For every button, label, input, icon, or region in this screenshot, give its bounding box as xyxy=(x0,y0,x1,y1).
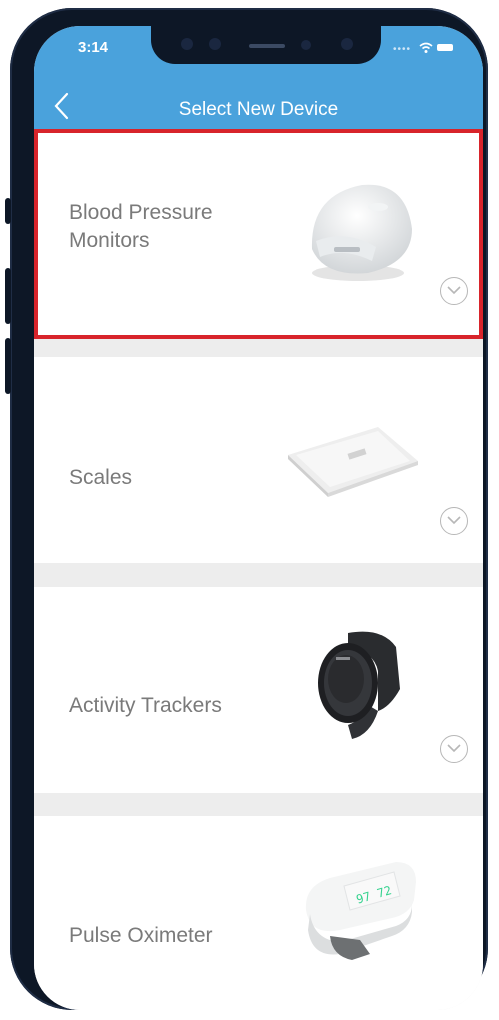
device-label-activity-trackers: Activity Trackers xyxy=(69,692,222,720)
volume-up-button xyxy=(5,268,11,324)
expand-chevron-icon[interactable] xyxy=(440,507,468,535)
expand-chevron-icon[interactable] xyxy=(440,735,468,763)
device-label-line1: Activity Trackers xyxy=(69,694,222,717)
status-icons: •••• xyxy=(393,41,457,55)
page-title: Select New Device xyxy=(178,99,339,120)
device-card-blood-pressure[interactable]: Blood Pressure Monitors xyxy=(34,129,483,339)
device-card-activity-trackers[interactable]: Activity Trackers xyxy=(34,587,483,793)
volume-down-button xyxy=(5,338,11,394)
app-header: 3:14 •••• Select New Device xyxy=(34,26,483,129)
wifi-icon xyxy=(419,42,433,53)
scale-icon xyxy=(288,427,418,497)
device-label-line2: Monitors xyxy=(69,229,150,252)
device-card-pulse-oximeter[interactable]: Pulse Oximeter 97 72 xyxy=(34,816,483,1010)
activity-tracker-icon xyxy=(318,631,400,739)
camera-icon xyxy=(181,38,193,50)
device-label-blood-pressure: Blood Pressure Monitors xyxy=(69,199,213,255)
pulse-oximeter-icon: 97 72 xyxy=(305,862,416,960)
mute-switch xyxy=(5,198,11,224)
device-label-line1: Blood Pressure xyxy=(69,201,213,224)
device-label-pulse-oximeter: Pulse Oximeter xyxy=(69,922,213,950)
device-card-scales[interactable]: Scales xyxy=(34,357,483,563)
front-camera-icon xyxy=(341,38,353,50)
device-notch xyxy=(151,26,381,64)
sensor-icon xyxy=(209,38,221,50)
battery-icon xyxy=(437,44,453,51)
blood-pressure-monitor-icon xyxy=(311,184,412,281)
signal-dots-icon: •••• xyxy=(393,44,412,55)
device-label-line1: Pulse Oximeter xyxy=(69,924,213,947)
device-label-line1: Scales xyxy=(69,466,133,489)
phone-frame: 3:14 •••• Select New Device Blood Pressu… xyxy=(5,8,488,1010)
device-label-scales: Scales xyxy=(69,464,132,492)
expand-chevron-icon[interactable] xyxy=(440,277,468,305)
app-screen: 3:14 •••• Select New Device Blood Pressu… xyxy=(34,26,483,1010)
proximity-sensor-icon xyxy=(301,40,311,50)
speaker-grille xyxy=(249,44,285,48)
status-time: 3:14 xyxy=(78,39,109,56)
